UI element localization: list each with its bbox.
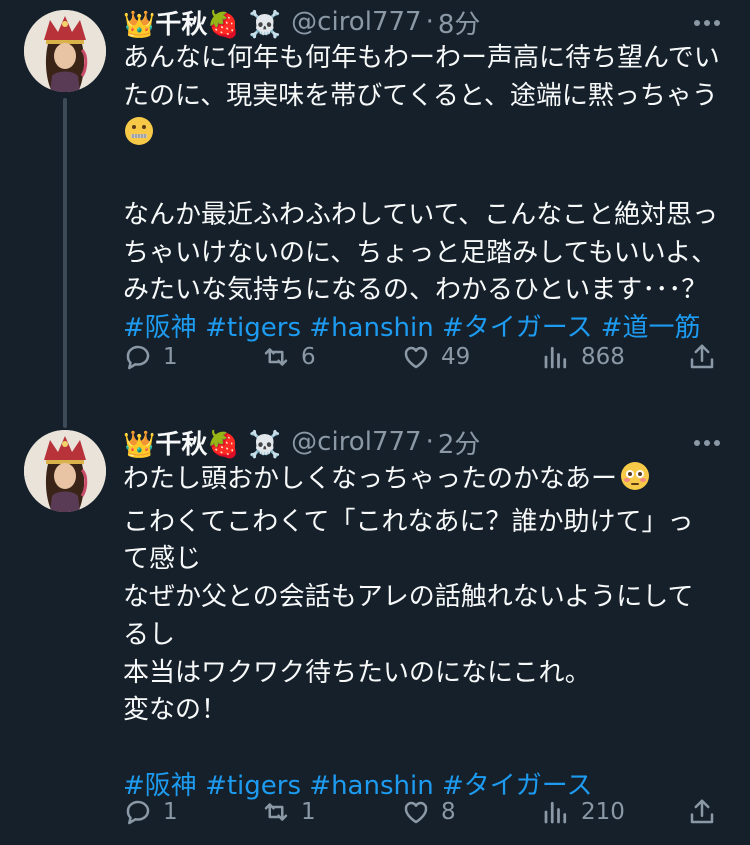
- text-line: なんか最近ふわふわしていて、こんなこと絶対思っ: [123, 199, 719, 230]
- hashtag-link[interactable]: #hanshin: [309, 313, 433, 343]
- tweet-header: 👑千秋🍓 ☠️ @cirol777 · 2分: [123, 424, 481, 461]
- avatar-image: [24, 10, 106, 92]
- avatar[interactable]: [24, 430, 106, 512]
- hashtag-link[interactable]: #タイガース: [442, 313, 593, 343]
- share-icon: [690, 344, 714, 369]
- reply-icon: [126, 800, 150, 825]
- like-count: 8: [441, 799, 456, 825]
- reply-button[interactable]: 1: [123, 797, 178, 827]
- display-name[interactable]: 👑千秋🍓 ☠️: [123, 424, 281, 461]
- tweet[interactable]: 👑千秋🍓 ☠️ @cirol777 · 2分 わたし頭おかしくなっちゃったのかな…: [0, 410, 750, 845]
- share-button[interactable]: [687, 342, 717, 372]
- more-icon[interactable]: [690, 426, 724, 460]
- like-button[interactable]: 8: [401, 797, 456, 827]
- text-line: みたいな気持ちになるの、わかるひといます･･･？: [123, 275, 708, 306]
- like-icon: [404, 346, 428, 369]
- user-handle[interactable]: @cirol777: [291, 7, 421, 37]
- hashtag-link[interactable]: #道一筋: [601, 313, 701, 343]
- tweet-text: あんなに何年も何年もわーわー声高に待ち望んでい たのに、現実味を帯びてくると、途…: [123, 40, 730, 348]
- share-button[interactable]: [687, 797, 717, 827]
- avatar-image: [24, 430, 106, 512]
- hashtag-link[interactable]: #tigers: [205, 313, 301, 343]
- display-name[interactable]: 👑千秋🍓 ☠️: [123, 4, 281, 41]
- views-button[interactable]: 868: [541, 342, 625, 372]
- reply-button[interactable]: 1: [123, 342, 178, 372]
- text-line: こわくてこわくて「これなあに？誰か助けて」っ: [123, 506, 694, 537]
- more-icon[interactable]: [690, 6, 724, 40]
- text-line: たのに、現実味を帯びてくると、途端に黙っちゃう: [123, 80, 718, 111]
- text-line: るし: [123, 619, 176, 650]
- avatar[interactable]: [24, 10, 106, 92]
- tweet[interactable]: 👑千秋🍓 ☠️ @cirol777 · 8分 あんなに何年も何年もわーわー声高に…: [0, 0, 750, 428]
- text-line: 本当はワクワク待ちたいのになにこれ。: [123, 657, 591, 688]
- text-line: あんなに何年も何年もわーわー声高に待ち望んでい: [123, 43, 720, 73]
- tweet-actions: 1 6 49 868: [123, 342, 724, 382]
- timestamp[interactable]: 8分: [438, 4, 481, 41]
- zipper-mouth-face-icon: [123, 115, 155, 159]
- repost-icon: [264, 803, 288, 821]
- like-button[interactable]: 49: [401, 342, 470, 372]
- text-line: 変なの！: [123, 695, 228, 726]
- reply-count: 1: [163, 344, 178, 370]
- views-icon: [544, 801, 567, 824]
- timestamp[interactable]: 2分: [438, 424, 481, 461]
- repost-icon: [264, 348, 288, 366]
- text-line: ちゃいけないのに、ちょっと足踏みしてもいいよ、: [123, 237, 718, 268]
- repost-count: 6: [301, 344, 316, 370]
- reply-count: 1: [163, 799, 178, 825]
- text-line: わたし頭おかしくなっちゃったのかなあー: [123, 464, 618, 494]
- tweet-actions: 1 1 8 210: [123, 797, 724, 837]
- views-count: 210: [581, 799, 625, 825]
- text-line: [123, 159, 730, 197]
- separator-dot: ·: [425, 427, 434, 457]
- tweet-header: 👑千秋🍓 ☠️ @cirol777 · 8分: [123, 4, 481, 41]
- separator-dot: ·: [425, 7, 434, 37]
- text-line: [123, 730, 730, 768]
- reply-icon: [126, 345, 150, 370]
- text-line: なぜか父との会話もアレの話触れないようにして: [123, 582, 694, 613]
- share-icon: [690, 799, 714, 824]
- views-icon: [544, 346, 567, 369]
- user-handle[interactable]: @cirol777: [291, 427, 421, 457]
- like-count: 49: [441, 344, 471, 370]
- views-count: 868: [581, 344, 625, 370]
- flushed-face-icon: [619, 460, 651, 504]
- hashtag-link[interactable]: #阪神: [123, 313, 197, 343]
- text-line: て感じ: [123, 544, 202, 575]
- like-icon: [404, 801, 428, 824]
- tweet-text: わたし頭おかしくなっちゃったのかなあー こわくてこわくて「これなあに？誰か助けて…: [123, 460, 730, 805]
- thread-line: [63, 98, 67, 428]
- repost-button[interactable]: 1: [261, 797, 316, 827]
- repost-button[interactable]: 6: [261, 342, 316, 372]
- repost-count: 1: [301, 799, 316, 825]
- views-button[interactable]: 210: [541, 797, 625, 827]
